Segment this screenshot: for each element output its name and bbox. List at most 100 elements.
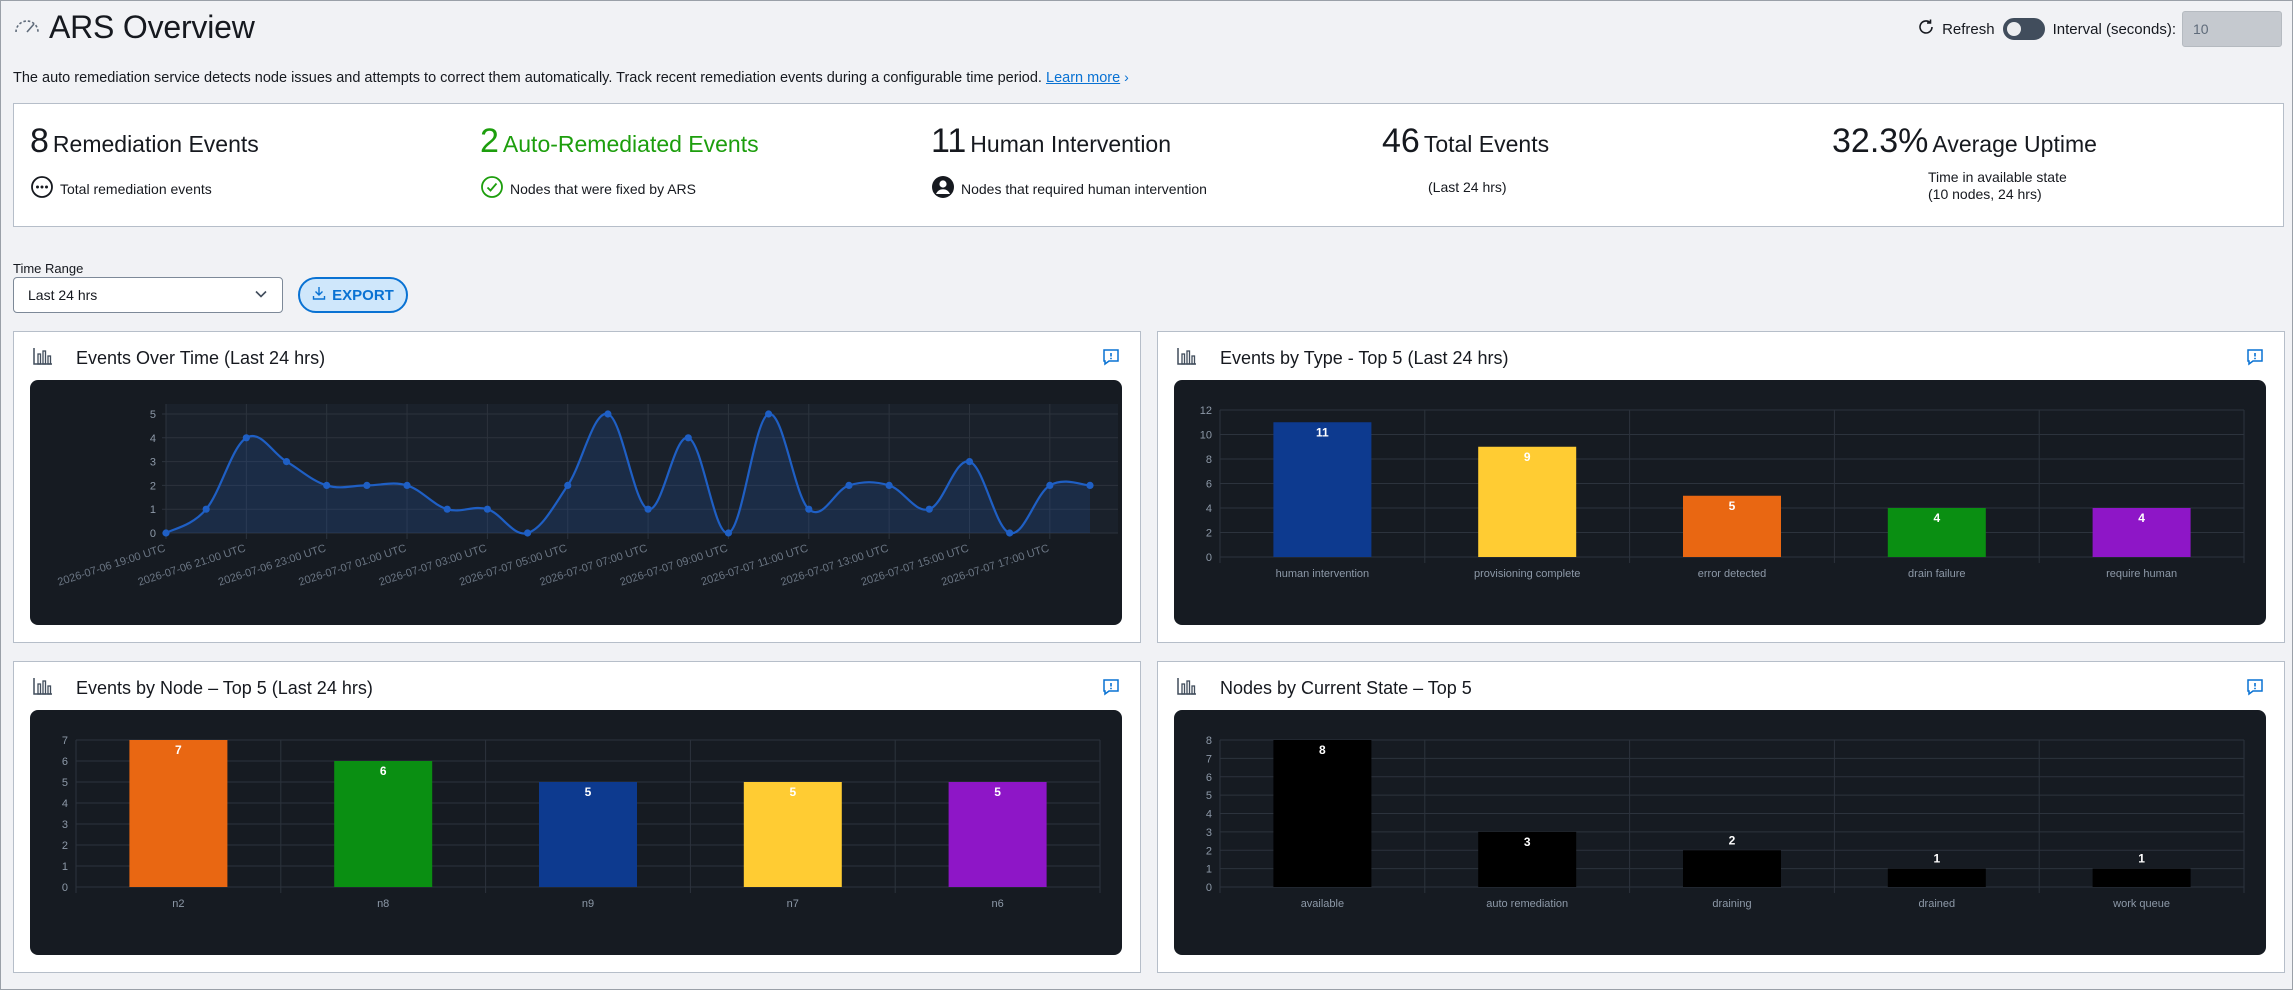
panel-events-over-time: Events Over Time (Last 24 hrs) 0 1 2 3 4 5 202… [13,331,1141,643]
x-tick-label: draining [1712,898,1751,910]
interval-input[interactable] [2182,11,2282,47]
data-point [1046,481,1054,489]
stat-count: 46 [1382,122,1420,160]
stat-sub: (Last 24 hrs) [1428,179,1507,195]
data-point [323,481,331,489]
data-point [162,529,170,537]
data-label: 8 [1319,743,1326,757]
bar-chart-icon [32,346,54,371]
data-point [684,434,692,442]
y-tick-label: 1 [62,861,68,873]
data-label: 1 [1933,852,1940,866]
x-tick-label: n2 [172,898,184,910]
y-tick-label: 5 [150,409,156,421]
chart-container: 0 1 2 3 4 5 6 7 7 n2 6 n8 5 n9 5 n7 5 n6 [30,710,1122,955]
x-tick-label: auto remediation [1486,898,1568,910]
data-point [282,458,291,466]
data-point [363,481,371,489]
y-tick-label: 0 [1206,882,1212,894]
panel-events-by-type: Events by Type - Top 5 (Last 24 hrs) 0 2 4… [1157,331,2285,643]
chart-container: 0 1 2 3 4 5 2026-07-06 19:00 UTC 2026-07-06 21:… [30,380,1122,625]
feedback-icon[interactable] [2246,678,2264,696]
stat-label: Remediation Events [52,131,259,157]
refresh-label: Refresh [1942,20,1995,38]
bar-chart-nodes-by-state: 0 1 2 3 4 5 6 7 8 8 available 3 auto remediation 2 dra… [1206,735,2245,910]
y-tick-label: 0 [150,528,156,540]
panel-title: Events by Type - Top 5 (Last 24 hrs) [1220,348,1509,368]
y-tick-label: 6 [62,756,68,768]
data-point [885,481,893,489]
data-label: 4 [1933,511,1940,525]
time-range-value: Last 24 hrs [28,287,98,303]
chevron-right-icon: › [1124,69,1129,85]
feedback-icon[interactable] [1102,348,1120,366]
learn-more-link[interactable]: Learn more [1046,70,1120,86]
y-tick-label: 10 [1200,430,1212,442]
feedback-icon[interactable] [1102,678,1120,696]
time-range-select[interactable]: Last 24 hrs [13,277,283,313]
y-tick-label: 2 [1206,845,1212,857]
page-description: The auto remediation service detects nod… [13,69,1129,86]
bar [1273,422,1372,557]
data-label: 5 [994,785,1001,799]
stat-label: Average Uptime [1932,131,2097,157]
bar-chart-events-by-node: 0 1 2 3 4 5 6 7 7 n2 6 n8 5 n9 5 n7 5 n6 [62,735,1101,910]
data-point [483,505,491,513]
data-label: 5 [585,785,592,799]
refresh-icon[interactable] [1916,17,1936,41]
data-label: 9 [1524,450,1531,464]
data-point [765,410,773,418]
title-wrap: ARS Overview [13,9,255,46]
y-tick-label: 4 [1206,503,1212,515]
auto-refresh-toggle[interactable] [2002,18,2045,40]
y-tick-label: 0 [1206,552,1212,564]
y-tick-label: 1 [150,504,156,516]
y-tick-label: 4 [150,433,156,445]
data-label: 3 [1524,835,1531,849]
data-label: 5 [1729,499,1736,513]
bar [1273,740,1372,887]
data-point [242,434,250,442]
data-point [523,529,532,537]
y-tick-label: 1 [1206,864,1212,876]
bar [1683,850,1781,887]
stat-label: Auto-Remediated Events [502,131,759,157]
x-tick-label: drained [1918,898,1955,910]
panel-header: Events by Node – Top 5 (Last 24 hrs) [32,676,373,701]
data-point [443,505,451,513]
y-tick-label: 3 [150,457,156,469]
panel-header: Events by Type - Top 5 (Last 24 hrs) [1176,346,1508,371]
chart-container: 0 1 2 3 4 5 6 7 8 8 available 3 auto remediation 2 dra… [1174,710,2266,955]
y-tick-label: 3 [62,819,68,831]
y-tick-label: 8 [1206,735,1212,747]
stat-count: 8 [30,122,49,160]
feedback-icon[interactable] [2246,348,2264,366]
bar-chart-icon [32,676,54,701]
time-range-label: Time Range [13,261,84,276]
stat-label: Total Events [1423,131,1550,157]
panel-header: Nodes by Current State – Top 5 [1176,676,1472,701]
data-point [564,481,572,489]
bar-chart-events-by-type: 0 2 4 6 8 10 12 11 human intervention 9 provisioni… [1200,405,2245,580]
stat-count: 2 [480,122,499,160]
data-point [644,505,652,513]
y-tick-label: 7 [62,735,68,747]
line-chart-events-over-time: 0123452026-07-06 19:00 UTC2026-07-06 21:… [56,404,1118,589]
data-point [1006,529,1014,537]
x-tick-label: n7 [787,898,799,910]
chevron-down-icon [254,287,268,304]
stat-sub: Nodes that required human intervention [961,180,1207,197]
data-point [845,481,853,489]
bar [2092,868,2191,887]
x-tick-label: n9 [582,898,594,910]
stat-count: 32.3% [1832,122,1929,160]
data-label: 11 [1316,425,1329,439]
toggle-knob [2006,22,2021,36]
data-point [925,505,933,513]
stat-auto-remediated: 2 Auto-Remediated Events Nodes that were … [480,122,759,202]
download-icon [312,286,326,304]
y-tick-label: 7 [1206,753,1212,765]
page-header: ARS Overview Refresh Interval (seconds): [11,5,2282,49]
export-button[interactable]: EXPORT [298,277,408,313]
ellipsis-circle-icon [30,175,54,202]
